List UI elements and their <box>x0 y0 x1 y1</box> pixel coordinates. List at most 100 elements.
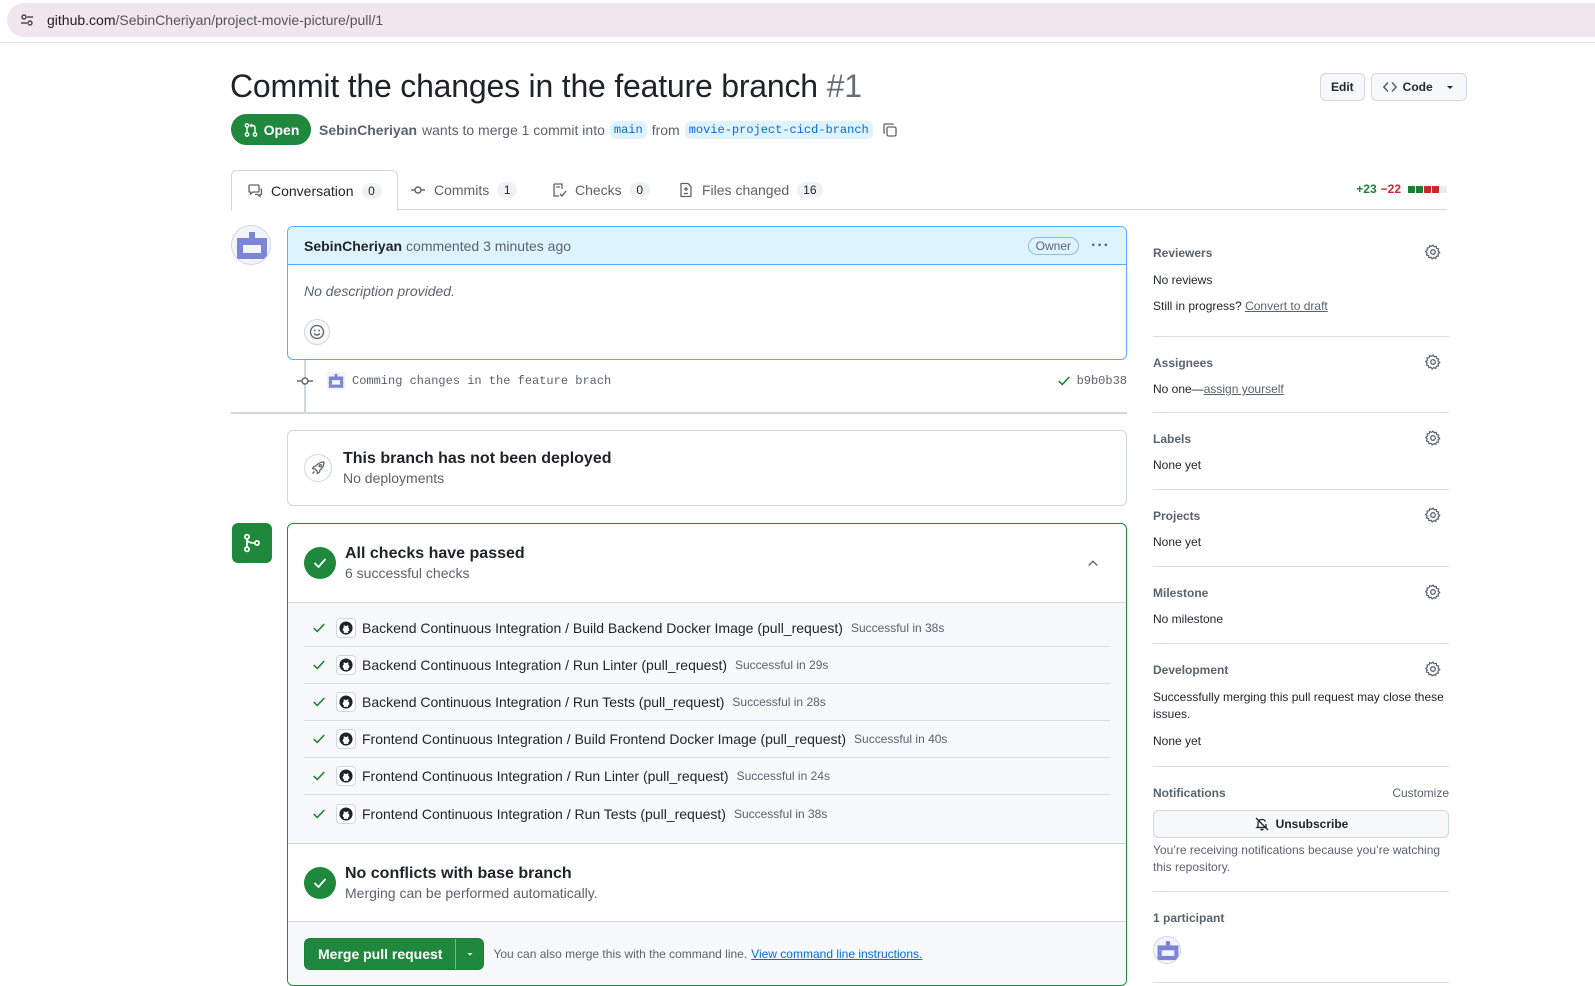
gear-icon[interactable] <box>1425 354 1441 373</box>
gear-icon[interactable] <box>1425 507 1441 526</box>
commit-message[interactable]: Comming changes in the feature brach <box>352 374 611 388</box>
sidebar-heading: Notifications <box>1153 786 1226 800</box>
copy-icon[interactable] <box>882 122 898 138</box>
merge-button-group: Merge pull request <box>304 938 485 970</box>
github-actions-icon <box>336 766 356 786</box>
sidebar-labels: Labels None yet <box>1153 413 1449 490</box>
sidebar-projects: Projects None yet <box>1153 490 1449 567</box>
gear-icon[interactable] <box>1425 661 1441 680</box>
tab-counter: 16 <box>797 182 823 198</box>
comment-timestamp: commented 3 minutes ago <box>406 237 572 254</box>
check-item[interactable]: Backend Continuous Integration / Run Tes… <box>304 684 1110 721</box>
tab-checks[interactable]: Checks 0 <box>536 170 665 210</box>
deployment-box: This branch has not been deployed No dep… <box>287 430 1127 506</box>
check-name: Backend Continuous Integration / Run Lin… <box>362 657 727 673</box>
edit-button[interactable]: Edit <box>1320 73 1365 101</box>
conflicts-title: No conflicts with base branch <box>345 864 572 882</box>
tab-commits[interactable]: Commits 1 <box>395 170 532 210</box>
commit-icon <box>295 373 315 389</box>
sidebar-development: Development Successfully merging this pu… <box>1153 644 1449 767</box>
milestone-value: No milestone <box>1153 612 1224 626</box>
git-merge-icon <box>232 523 272 563</box>
sidebar-heading[interactable]: Assignees <box>1153 356 1213 370</box>
kebab-icon[interactable]: ··· <box>1091 237 1110 255</box>
sidebar-heading[interactable]: Reviewers <box>1153 246 1212 260</box>
code-icon <box>1382 82 1397 92</box>
head-branch[interactable]: movie-project-cicd-branch <box>684 121 873 139</box>
conflicts-subtitle: Merging can be performed automatically. <box>345 884 598 901</box>
check-name: Backend Continuous Integration / Run Tes… <box>362 694 725 710</box>
sidebar: Reviewers No reviews Still in progress? … <box>1153 240 1449 983</box>
labels-value: None yet <box>1153 458 1202 472</box>
commit-sha[interactable]: b9b0b38 <box>1057 374 1127 388</box>
sidebar-heading[interactable]: Development <box>1153 663 1228 677</box>
merge-options-caret-icon[interactable] <box>455 939 483 969</box>
sidebar-heading[interactable]: Milestone <box>1153 586 1208 600</box>
check-icon <box>312 621 326 635</box>
merge-box: All checks have passed 6 successful chec… <box>287 523 1127 986</box>
avatar[interactable] <box>231 225 271 265</box>
check-icon <box>312 732 326 746</box>
check-circle-icon <box>304 547 336 579</box>
github-actions-icon <box>336 655 356 675</box>
command-line-instructions-link[interactable]: View command line instructions. <box>751 947 922 961</box>
checks-subtitle: 6 successful checks <box>345 565 470 581</box>
check-status: Successful in 24s <box>736 769 830 783</box>
comment-author[interactable]: SebinCheriyan <box>304 238 402 254</box>
assign-yourself-link[interactable]: assign yourself <box>1204 382 1284 396</box>
check-name: Backend Continuous Integration / Build B… <box>362 620 843 636</box>
comment-header: SebinCheriyan commented 3 minutes ago Ow… <box>288 227 1126 265</box>
sidebar-reviewers: Reviewers No reviews Still in progress? … <box>1153 240 1449 337</box>
base-branch[interactable]: main <box>609 121 647 139</box>
avatar[interactable] <box>1153 936 1181 964</box>
checks-header[interactable]: All checks have passed 6 successful chec… <box>288 524 1126 603</box>
avatar[interactable] <box>327 372 345 390</box>
customize-link[interactable]: Customize <box>1392 786 1449 800</box>
author-link[interactable]: SebinCheriyan <box>319 122 417 138</box>
gear-icon[interactable] <box>1425 244 1441 263</box>
tab-counter: 0 <box>629 182 650 198</box>
gear-icon[interactable] <box>1425 584 1441 603</box>
development-desc: Successfully merging this pull request m… <box>1153 690 1444 721</box>
diffstat-blocks <box>1408 185 1447 193</box>
github-actions-icon <box>336 803 356 824</box>
sidebar-heading: 1 participant <box>1153 911 1225 925</box>
sidebar-participants: 1 participant <box>1153 892 1449 983</box>
check-icon <box>312 769 326 783</box>
check-status: Successful in 38s <box>850 621 945 635</box>
pr-title-text: Commit the changes in the feature branch <box>230 68 818 104</box>
reviewers-value: No reviews <box>1153 273 1213 287</box>
check-item[interactable]: Backend Continuous Integration / Run Lin… <box>304 647 1110 684</box>
add-reaction-button[interactable] <box>304 319 330 345</box>
checklist-icon <box>553 183 567 198</box>
check-item[interactable]: Backend Continuous Integration / Build B… <box>304 610 1110 647</box>
deployment-title: This branch has not been deployed <box>343 450 612 467</box>
address-bar[interactable]: github.com/SebinCheriyan/project-movie-p… <box>7 3 1595 37</box>
tab-conversation[interactable]: Conversation 0 <box>231 170 398 211</box>
caret-down-icon <box>1446 86 1453 89</box>
merge-hint: You can also merge this with the command… <box>493 947 748 961</box>
code-button[interactable]: Code <box>1370 73 1467 101</box>
comment-body: No description provided. <box>304 283 455 299</box>
chevron-up-icon[interactable] <box>1086 556 1100 573</box>
sidebar-heading[interactable]: Labels <box>1153 432 1191 446</box>
tab-files-changed[interactable]: Files changed 16 <box>663 170 838 210</box>
checks-list: Backend Continuous Integration / Build B… <box>288 603 1126 844</box>
conflicts-section: No conflicts with base branch Merging ca… <box>288 844 1126 922</box>
convert-to-draft-link[interactable]: Convert to draft <box>1245 299 1328 313</box>
unsubscribe-button[interactable]: Unsubscribe <box>1153 810 1449 838</box>
check-name: Frontend Continuous Integration / Run Li… <box>362 768 729 784</box>
check-item[interactable]: Frontend Continuous Integration / Run Te… <box>304 795 1110 832</box>
github-actions-icon <box>336 618 356 638</box>
checks-title: All checks have passed <box>345 545 525 562</box>
pull-request-icon <box>244 122 258 137</box>
sidebar-heading[interactable]: Projects <box>1153 509 1200 523</box>
check-icon <box>312 658 326 672</box>
check-item[interactable]: Frontend Continuous Integration / Run Li… <box>304 758 1110 795</box>
site-settings-icon[interactable] <box>19 12 35 28</box>
merge-pull-request-button[interactable]: Merge pull request <box>305 939 455 969</box>
tab-counter: 1 <box>497 182 518 198</box>
check-item[interactable]: Frontend Continuous Integration / Build … <box>304 721 1110 758</box>
owner-badge: Owner <box>1027 236 1080 255</box>
gear-icon[interactable] <box>1425 430 1441 449</box>
